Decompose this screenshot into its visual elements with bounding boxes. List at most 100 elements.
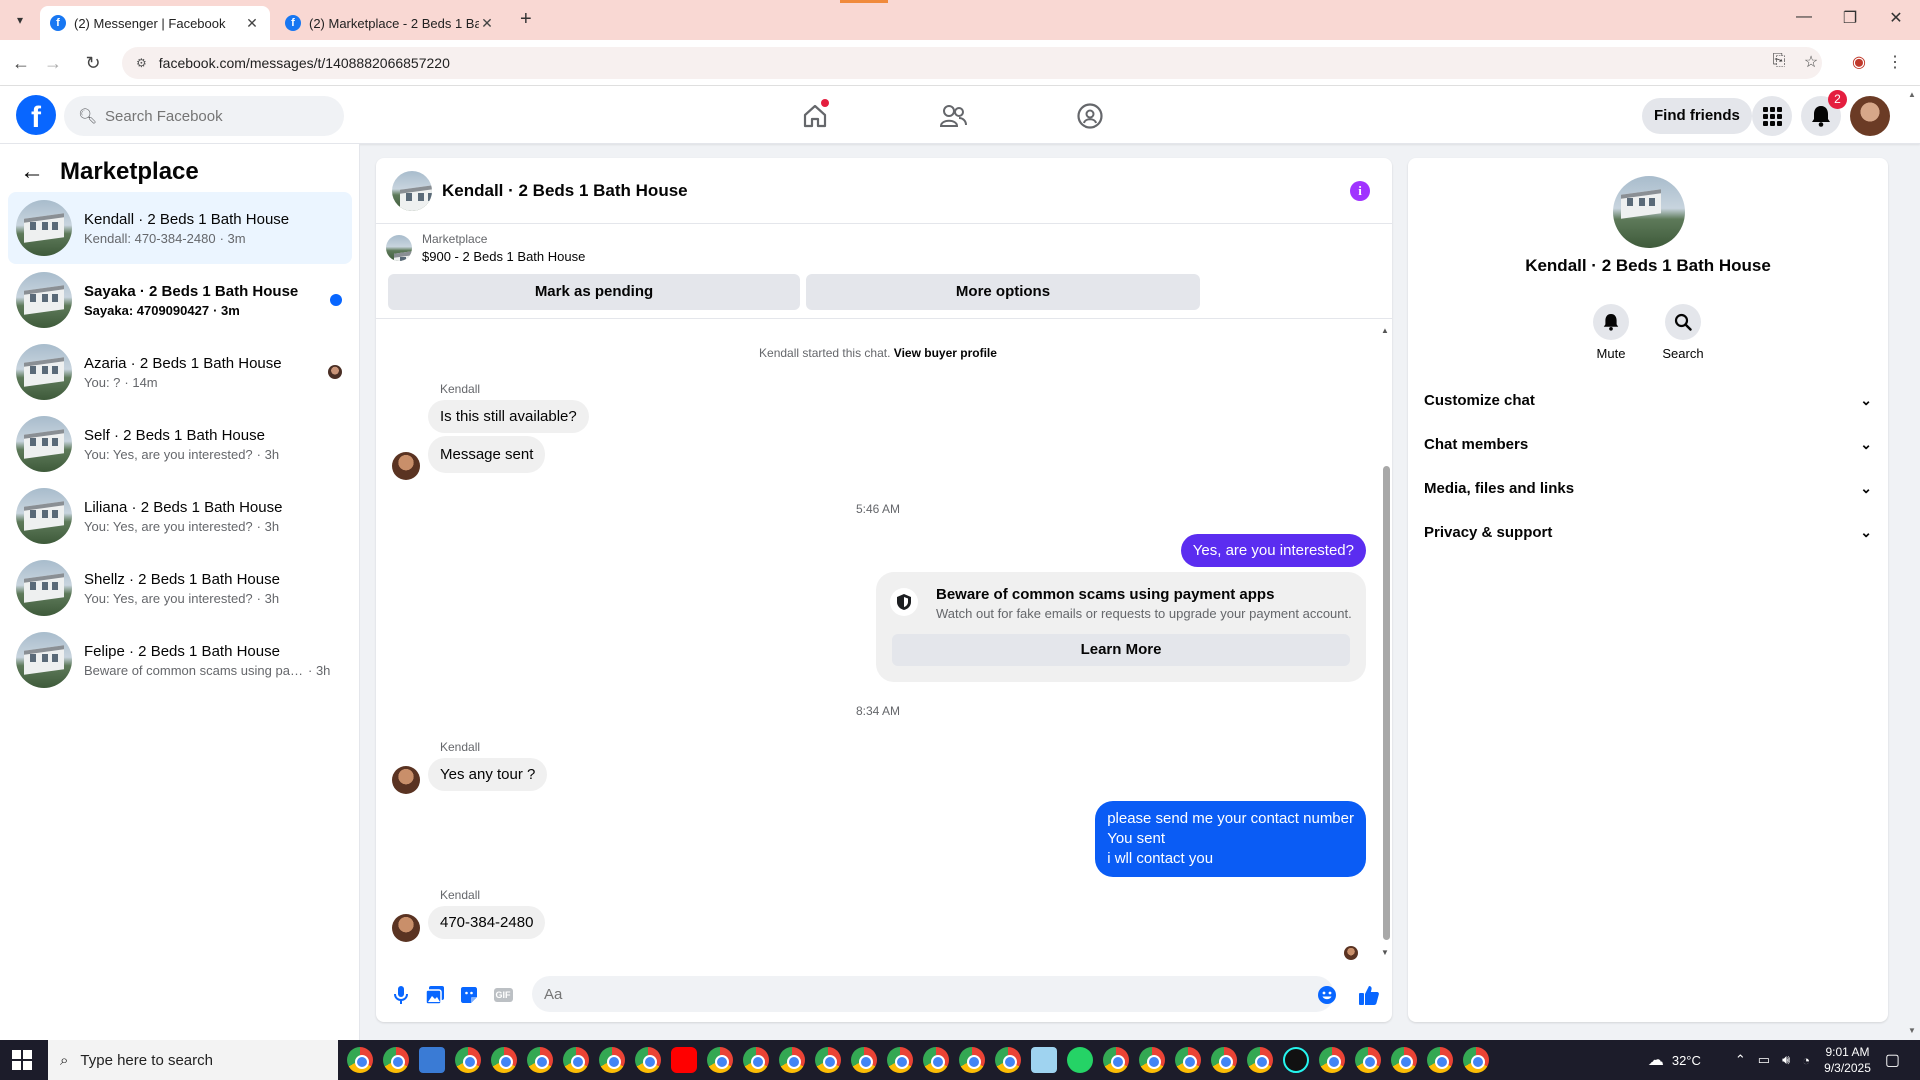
find-friends-button[interactable]: Find friends	[1642, 98, 1752, 134]
customize-chat-section[interactable]: Customize chat ⌄	[1424, 382, 1872, 418]
mark-as-pending-button[interactable]: Mark as pending	[388, 274, 800, 310]
chrome-app-icon[interactable]	[563, 1047, 589, 1073]
chrome-app-icon[interactable]	[1211, 1047, 1237, 1073]
battery-icon[interactable]: ◔	[1802, 1053, 1810, 1068]
install-app-icon[interactable]: ⎘	[1768, 52, 1790, 70]
media-files-links-section[interactable]: Media, files and links ⌄	[1424, 470, 1872, 506]
incoming-message[interactable]: 470-384-2480	[428, 906, 546, 939]
mute-action[interactable]: Mute	[1581, 304, 1641, 361]
outgoing-message-multiline[interactable]: please send me your contact number You s…	[1095, 801, 1366, 877]
temperature[interactable]: 32°C	[1672, 1053, 1701, 1068]
forward-icon[interactable]: →	[42, 52, 64, 74]
profile-icon[interactable]: ◉	[1848, 52, 1870, 72]
whatsapp-app-icon[interactable]	[1067, 1047, 1093, 1073]
search-action[interactable]: Search	[1653, 304, 1713, 361]
account-avatar[interactable]	[1850, 96, 1890, 136]
view-buyer-profile-link[interactable]: View buyer profile	[894, 346, 997, 360]
sticker-icon[interactable]	[458, 984, 480, 1006]
listing-thumbnail[interactable]	[392, 170, 432, 211]
new-tab-button[interactable]: +	[520, 8, 532, 31]
scroll-down-arrow-icon[interactable]: ▼	[1908, 1026, 1916, 1035]
tab-messenger[interactable]: f (2) Messenger | Facebook ✕	[40, 6, 270, 40]
tab-marketplace[interactable]: f (2) Marketplace - 2 Beds 1 Bath ✕	[275, 6, 505, 40]
chrome-app-icon[interactable]	[527, 1047, 553, 1073]
listing-avatar[interactable]	[1613, 176, 1685, 248]
network-icon[interactable]: ▭	[1758, 1052, 1770, 1068]
chrome-app-icon[interactable]	[1319, 1047, 1345, 1073]
close-window-button[interactable]: ✕	[1876, 8, 1916, 28]
tab-search-chevron-icon[interactable]: ▾	[10, 10, 30, 30]
thumbs-up-icon[interactable]	[1358, 984, 1380, 1006]
chrome-app-icon[interactable]	[1247, 1047, 1273, 1073]
conversation-item[interactable]: Sayaka · 2 Beds 1 Bath House Sayaka: 4709…	[8, 264, 352, 336]
back-arrow-icon[interactable]: ←	[20, 158, 44, 186]
chrome-app-icon[interactable]	[923, 1047, 949, 1073]
chrome-app-icon[interactable]	[1139, 1047, 1165, 1073]
chrome-app-icon[interactable]	[455, 1047, 481, 1073]
chrome-app-icon[interactable]	[779, 1047, 805, 1073]
windows-start-icon[interactable]	[12, 1050, 32, 1070]
sender-avatar[interactable]	[392, 766, 420, 794]
conversation-item[interactable]: Felipe · 2 Beds 1 Bath House Beware of co…	[8, 624, 352, 696]
notifications-bell-icon[interactable]: 2	[1801, 90, 1847, 136]
emoji-icon[interactable]	[1316, 984, 1338, 1006]
outgoing-message[interactable]: Yes, are you interested?	[1180, 534, 1366, 567]
chrome-app-icon[interactable]	[959, 1047, 985, 1073]
home-nav-icon[interactable]	[795, 96, 835, 136]
notes-app-icon[interactable]	[1031, 1047, 1057, 1073]
listing-summary[interactable]: Marketplace $900 - 2 Beds 1 Bath House	[386, 232, 585, 264]
chat-scrollbar[interactable]: ▲ ▼	[1380, 326, 1392, 960]
bookmark-star-icon[interactable]: ☆	[1800, 52, 1822, 72]
store-app-icon[interactable]	[419, 1047, 445, 1073]
chrome-app-icon[interactable]	[815, 1047, 841, 1073]
chrome-app-icon[interactable]	[1463, 1047, 1489, 1073]
clock[interactable]: 9:01 AM 9/3/2025	[1824, 1044, 1871, 1076]
chrome-app-icon[interactable]	[851, 1047, 877, 1073]
back-icon[interactable]: ←	[10, 52, 32, 74]
conversation-item[interactable]: Kendall · 2 Beds 1 Bath House Kendall: 47…	[8, 192, 352, 264]
chrome-app-icon[interactable]	[1103, 1047, 1129, 1073]
scroll-thumb[interactable]	[1383, 466, 1390, 940]
conversation-item[interactable]: Azaria · 2 Beds 1 Bath House You: ? · 14m	[8, 336, 352, 408]
youtube-app-icon[interactable]	[671, 1047, 697, 1073]
gif-icon[interactable]: GIF	[492, 984, 514, 1006]
chat-members-section[interactable]: Chat members ⌄	[1424, 426, 1872, 462]
chrome-app-icon[interactable]	[743, 1047, 769, 1073]
scroll-up-arrow-icon[interactable]: ▲	[1908, 90, 1916, 99]
privacy-support-section[interactable]: Privacy & support ⌄	[1424, 514, 1872, 550]
page-scrollbar[interactable]: ▲ ▼	[1904, 86, 1920, 1040]
incoming-message[interactable]: Yes any tour ?	[428, 758, 548, 791]
conversation-item[interactable]: Shellz · 2 Beds 1 Bath House You: Yes, ar…	[8, 552, 352, 624]
chrome-app-icon[interactable]	[599, 1047, 625, 1073]
sender-avatar[interactable]	[392, 452, 420, 480]
chrome-app-icon[interactable]	[347, 1047, 373, 1073]
chrome-app-icon[interactable]	[491, 1047, 517, 1073]
conversation-item[interactable]: Self · 2 Beds 1 Bath House You: Yes, are …	[8, 408, 352, 480]
show-hidden-icons-chevron-icon[interactable]: ⌃	[1735, 1052, 1746, 1068]
chat-title[interactable]: Kendall · 2 Beds 1 Bath House	[442, 181, 688, 201]
chrome-app-icon[interactable]	[887, 1047, 913, 1073]
close-tab-icon[interactable]: ✕	[244, 15, 260, 32]
close-tab-icon[interactable]: ✕	[479, 15, 495, 32]
groups-nav-icon[interactable]	[1070, 96, 1110, 136]
facebook-search[interactable]: 🔍︎	[64, 96, 344, 136]
scroll-down-arrow-icon[interactable]: ▼	[1381, 948, 1389, 957]
tiktok-app-icon[interactable]	[1283, 1047, 1309, 1073]
facebook-search-input[interactable]	[105, 107, 326, 125]
incoming-message[interactable]: Message sent	[428, 436, 546, 473]
chrome-app-icon[interactable]	[1391, 1047, 1417, 1073]
chrome-app-icon[interactable]	[1355, 1047, 1381, 1073]
chrome-app-icon[interactable]	[1175, 1047, 1201, 1073]
message-input[interactable]	[532, 976, 1334, 1012]
scroll-up-arrow-icon[interactable]: ▲	[1381, 326, 1389, 335]
info-icon[interactable]: i	[1350, 181, 1370, 201]
notification-center-icon[interactable]: ▢	[1885, 1050, 1900, 1070]
minimize-button[interactable]: —	[1784, 8, 1824, 26]
chrome-app-icon[interactable]	[635, 1047, 661, 1073]
sender-avatar[interactable]	[392, 914, 420, 942]
facebook-logo[interactable]: f	[16, 95, 56, 135]
menu-grid-icon[interactable]	[1752, 96, 1792, 136]
photo-icon[interactable]	[424, 984, 446, 1006]
site-info-icon[interactable]: ⚙	[136, 56, 147, 70]
learn-more-button[interactable]: Learn More	[892, 634, 1350, 666]
